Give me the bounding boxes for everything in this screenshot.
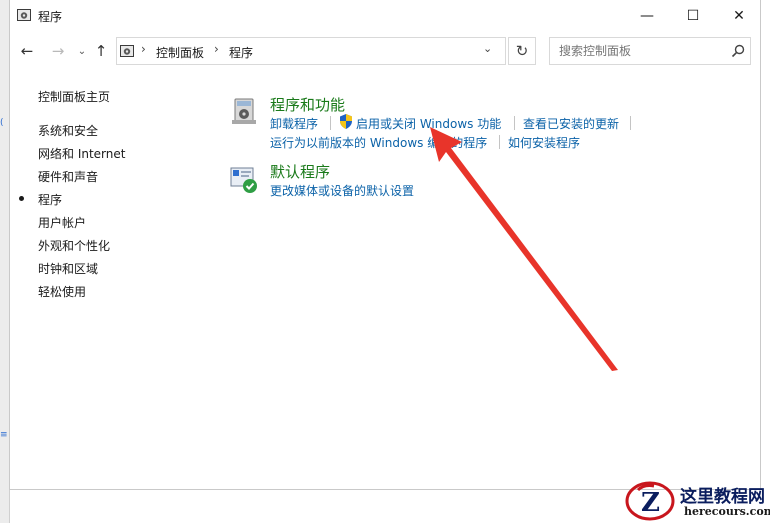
programs-features-title[interactable]: 程序和功能 [270, 94, 345, 115]
breadcrumb-programs[interactable]: 程序 [229, 44, 253, 61]
link-separator [499, 135, 500, 149]
watermark: Z 这里教程网 herecours.com [620, 478, 770, 523]
breadcrumb-separator: › [141, 42, 146, 56]
up-button[interactable]: ↑ [90, 40, 112, 62]
address-dropdown-icon[interactable]: ⌄ [483, 42, 492, 55]
view-installed-updates-link[interactable]: 查看已安装的更新 [523, 115, 619, 132]
back-button[interactable]: ← [16, 40, 38, 62]
watermark-logo-icon: Z [625, 481, 675, 521]
sidebar-item-label: 程序 [38, 193, 63, 207]
link-separator [330, 116, 331, 130]
minimize-button[interactable]: — [624, 0, 670, 31]
refresh-button[interactable]: ↻ [508, 37, 536, 65]
breadcrumb-separator: › [214, 42, 219, 56]
turn-windows-features-link[interactable]: 启用或关闭 Windows 功能 [356, 115, 501, 132]
how-to-install-link[interactable]: 如何安装程序 [508, 134, 580, 151]
close-button[interactable]: ✕ [716, 0, 762, 31]
control-panel-app-icon [17, 9, 31, 21]
address-bar[interactable]: › 控制面板 › 程序 ⌄ [116, 37, 506, 65]
sidebar-item-clock-region[interactable]: 时钟和区域 [38, 260, 98, 277]
watermark-title: 这里教程网 [680, 487, 765, 507]
watermark-url: herecours.com [684, 505, 770, 518]
search-icon[interactable] [730, 43, 746, 59]
sidebar-item-hardware-sound[interactable]: 硬件和声音 [38, 168, 98, 185]
maximize-button[interactable]: ☐ [670, 0, 716, 31]
watermark-logo-letter: Z [641, 488, 660, 518]
sidebar-item-network-internet[interactable]: 网络和 Internet [38, 145, 125, 162]
title-bar: 程序 — ☐ ✕ [10, 0, 762, 32]
forward-button[interactable]: → [47, 40, 69, 62]
sidebar-item-appearance[interactable]: 外观和个性化 [38, 237, 110, 254]
sidebar-item-control-panel-home[interactable]: 控制面板主页 [38, 88, 110, 105]
sidebar-item-programs[interactable]: 程序 [19, 191, 63, 208]
link-separator [630, 116, 631, 130]
programs-features-icon[interactable] [229, 96, 259, 126]
uninstall-program-link[interactable]: 卸载程序 [270, 115, 318, 132]
control-panel-window: 程序 — ☐ ✕ ← → ⌄ ↑ › 控制面板 › 程序 ⌄ ↻ 控制面板主页 … [9, 0, 761, 490]
sidebar-item-system-security[interactable]: 系统和安全 [38, 122, 98, 139]
search-input[interactable] [551, 39, 721, 63]
search-box[interactable] [549, 37, 751, 65]
default-programs-title[interactable]: 默认程序 [270, 161, 330, 182]
current-page-indicator [19, 196, 24, 201]
breadcrumb-control-panel[interactable]: 控制面板 [156, 44, 204, 61]
default-programs-icon[interactable] [229, 165, 259, 195]
uac-shield-icon [340, 114, 352, 129]
change-media-defaults-link[interactable]: 更改媒体或设备的默认设置 [270, 182, 414, 199]
run-older-programs-link[interactable]: 运行为以前版本的 Windows 编写的程序 [270, 134, 487, 151]
link-separator [514, 116, 515, 130]
sidebar-item-user-accounts[interactable]: 用户帐户 [38, 214, 86, 231]
window-title: 程序 [38, 10, 63, 24]
control-panel-crumb-icon [120, 45, 134, 57]
sidebar-item-ease-of-access[interactable]: 轻松使用 [38, 283, 86, 300]
